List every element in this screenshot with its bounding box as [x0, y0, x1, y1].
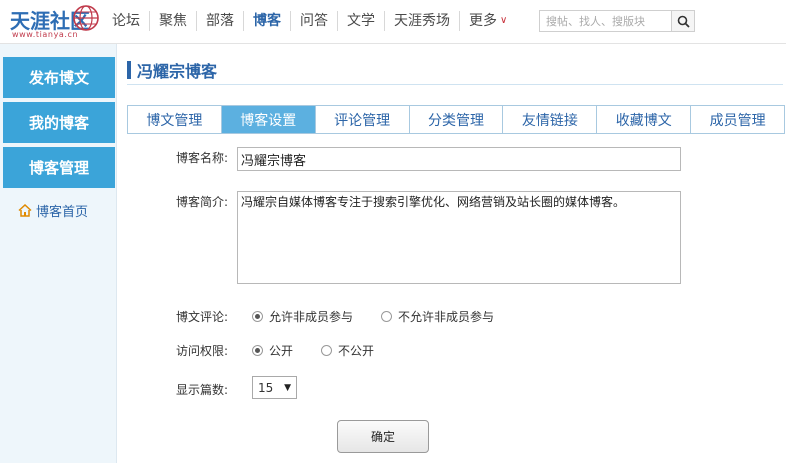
nav-item-more[interactable]: 更多 ∨ — [459, 11, 516, 31]
dropdown-arrow-icon: ▼ — [284, 382, 291, 393]
post-count-select[interactable]: 15 ▼ — [252, 376, 297, 399]
sidebar: 发布博文 我的博客 博客管理 博客首页 — [0, 44, 117, 463]
comment-allow-radio[interactable] — [252, 311, 263, 322]
post-count-label: 显示篇数: — [176, 383, 229, 397]
nav-item-forum[interactable]: 论坛 — [112, 11, 149, 31]
tab-member-management[interactable]: 成员管理 — [690, 106, 785, 133]
blog-management-button[interactable]: 博客管理 — [3, 147, 115, 188]
access-public-label[interactable]: 公开 — [269, 342, 293, 359]
title-marker — [127, 61, 131, 79]
nav-item-showcase[interactable]: 天涯秀场 — [384, 11, 459, 31]
main-nav: 论坛 聚焦 部落 博客 问答 文学 天涯秀场 更多 ∨ — [112, 11, 516, 31]
comment-radio-group: 允许非成员参与 不允许非成员参与 — [252, 308, 522, 325]
access-public-radio[interactable] — [252, 345, 263, 356]
nav-item-qa[interactable]: 问答 — [290, 11, 337, 31]
comment-allow-label[interactable]: 允许非成员参与 — [269, 308, 353, 325]
tianya-logo[interactable]: 天涯社区 www.tianya.cn — [8, 3, 106, 41]
tab-friend-links[interactable]: 友情链接 — [502, 106, 597, 133]
blog-home-link[interactable]: 博客首页 — [18, 201, 88, 220]
comment-label: 博文评论: — [176, 310, 229, 324]
home-icon — [18, 204, 32, 217]
access-radio-group: 公开 不公开 — [252, 342, 402, 359]
access-label: 访问权限: — [176, 344, 229, 358]
blog-intro-label: 博客简介: — [176, 195, 229, 209]
nav-item-literature[interactable]: 文学 — [337, 11, 384, 31]
comment-deny-label[interactable]: 不允许非成员参与 — [398, 308, 494, 325]
nav-item-focus[interactable]: 聚焦 — [149, 11, 196, 31]
blog-home-label: 博客首页 — [36, 205, 89, 220]
tab-post-management[interactable]: 博文管理 — [128, 106, 221, 133]
more-label: 更多 — [469, 13, 497, 29]
access-private-radio[interactable] — [321, 345, 333, 356]
tab-comment-management[interactable]: 评论管理 — [314, 106, 409, 133]
blog-name-input[interactable] — [237, 147, 681, 171]
comment-deny-radio[interactable] — [381, 311, 393, 322]
my-blog-button[interactable]: 我的博客 — [3, 102, 115, 143]
confirm-button[interactable]: 确定 — [337, 420, 429, 453]
nav-item-blog[interactable]: 博客 — [243, 11, 290, 31]
search-box — [539, 10, 695, 32]
post-count-value: 15 — [258, 380, 274, 395]
blog-name-label: 博客名称: — [176, 151, 229, 165]
title-divider — [127, 84, 783, 85]
tab-favorite-posts[interactable]: 收藏博文 — [596, 106, 691, 133]
access-private-label[interactable]: 不公开 — [338, 342, 374, 359]
top-bar: 天涯社区 www.tianya.cn 论坛 聚焦 部落 博客 问答 文学 天涯秀… — [0, 0, 786, 44]
nav-item-tribe[interactable]: 部落 — [196, 11, 243, 31]
logo-url: www.tianya.cn — [12, 30, 79, 39]
blog-intro-textarea[interactable]: 冯耀宗自媒体博客专注于搜索引擎优化、网络营销及站长圈的媒体博客。 — [237, 191, 681, 284]
management-tabs: 博文管理 博客设置 评论管理 分类管理 友情链接 收藏博文 成员管理 — [127, 105, 785, 134]
search-input[interactable] — [540, 11, 671, 31]
search-button[interactable] — [671, 11, 694, 31]
search-icon — [677, 15, 690, 28]
page-title: 冯耀宗博客 — [127, 60, 218, 81]
chevron-down-icon: ∨ — [500, 15, 508, 26]
tab-blog-settings[interactable]: 博客设置 — [220, 106, 315, 133]
blog-title: 冯耀宗博客 — [137, 62, 218, 81]
tab-category-management[interactable]: 分类管理 — [408, 106, 503, 133]
publish-post-button[interactable]: 发布博文 — [3, 57, 115, 98]
